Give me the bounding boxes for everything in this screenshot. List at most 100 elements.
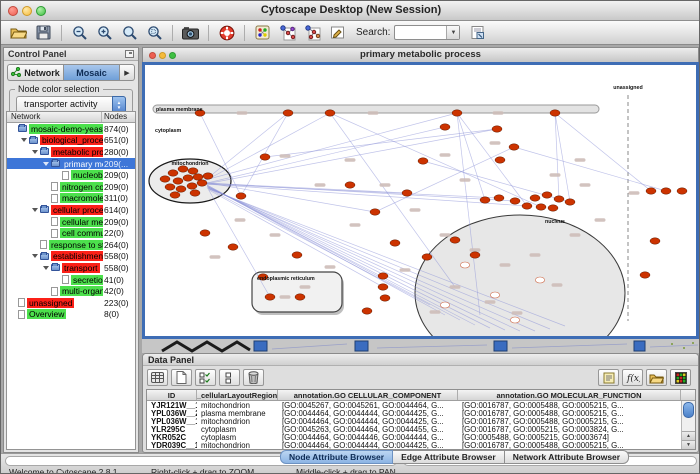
column-header-3[interactable]: annotation.GO MOLECULAR_FUNCTION [458,390,681,400]
tree-row-cellular-process[interactable]: cellular process614(0) [7,204,135,216]
tab-overflow-button[interactable]: ▶ [120,64,135,81]
network-canvas[interactable]: plasma membranecytoplasmmitochondrionnuc… [142,62,699,339]
file-icon [62,275,69,284]
vizmapper-icon[interactable] [250,22,275,43]
network-window-titlebar[interactable]: primary metabolic process [142,47,699,62]
zoom-selected-icon[interactable] [142,22,167,43]
save-icon[interactable] [31,22,56,43]
zoom-fit-icon[interactable] [117,22,142,43]
table-scrollbar[interactable]: ▲ ▼ [681,401,695,449]
folder-icon [18,125,27,132]
new-attribute-icon[interactable] [171,369,192,386]
tab-edge-attribute-browser[interactable]: Edge Attribute Browser [393,450,505,464]
help-icon[interactable] [214,22,239,43]
main-toolbar: Search: ▼ [1,21,700,45]
search-dropdown-button[interactable]: ▼ [446,26,459,39]
graph-node-faint [440,302,449,308]
file-icon [62,171,69,180]
tree-row-response-to-stimulu[interactable]: response to stimulu264(0) [7,239,135,251]
tab-node-attribute-browser[interactable]: Node Attribute Browser [280,450,393,464]
tree-row-nucleobase-[interactable]: nucleobase-209(0) [7,169,135,181]
scroll-down-button[interactable]: ▼ [682,440,695,449]
table-row[interactable]: YDR039C__1mitochondrion[GO:0044464, GO:0… [147,441,695,449]
tree-row-label: primary metabo [62,159,103,169]
expand-arrow-icon[interactable] [43,266,49,270]
tree-row-biological-process[interactable]: biological_process651(0) [7,135,135,147]
expand-arrow-icon[interactable] [32,150,38,154]
label-page-icon[interactable] [598,369,619,386]
tab-mosaic[interactable]: Mosaic [63,64,120,81]
tree-row-label: nucleobase- [71,170,103,180]
tree-row-unassigned[interactable]: unassigned223(0) [7,297,135,309]
data-panel-title: Data Panel [143,354,698,366]
float-panel-icon[interactable] [125,50,134,58]
graph-edge [555,113,651,191]
tree-row-metabolic-process[interactable]: metabolic process280(0) [7,146,135,158]
color-matrix-icon[interactable] [670,369,691,386]
graph-edge [203,113,288,182]
snapshot-icon[interactable] [178,22,203,43]
node-label [325,265,336,269]
open-icon[interactable] [6,22,31,43]
node-label [400,268,411,272]
graph-node [480,197,490,203]
network-window-title: primary metabolic process [143,48,698,62]
unselect-attributes-icon[interactable] [219,369,240,386]
zoom-out-icon[interactable] [67,22,92,43]
select-attributes-icon[interactable] [195,369,216,386]
node-label [530,253,541,257]
layout-edges-icon[interactable] [300,22,325,43]
import-table-icon[interactable] [646,369,667,386]
tree-row-label: biological_process [40,135,103,145]
column-header-2[interactable]: annotation.GO CELLULAR_COMPONENT [278,390,458,400]
node-label [580,183,591,187]
graph-node [203,173,213,179]
network-column-header[interactable]: Network [7,112,102,122]
toolbar-trailing-icons [465,22,490,43]
advanced-search-icon[interactable] [465,22,490,43]
window-title: Cytoscape Desktop (New Session) [1,1,700,20]
tree-row-primary-metabo[interactable]: primary metabo209(... [7,158,135,170]
tree-row-establishment-of-lo[interactable]: establishment of lo558(0) [7,251,135,263]
scroll-up-button[interactable]: ▲ [682,431,695,440]
tree-row-mosaic-demo-yeast[interactable]: mosaic-demo-yeast874(0) [7,123,135,135]
annotate-icon[interactable] [325,22,350,43]
nodes-column-header[interactable]: Nodes [102,112,135,122]
column-header-1[interactable]: _cellularLayoutRegion [197,390,278,400]
svg-text:f(x): f(x) [626,373,640,383]
attribute-grid-icon[interactable] [147,369,168,386]
tree-row-cellular-metabo[interactable]: cellular metabo209(0) [7,216,135,228]
delete-attribute-icon[interactable] [243,369,264,386]
node-label [512,311,523,315]
tree-row-macromolecule[interactable]: macromolecule311(0) [7,193,135,205]
graph-node [260,154,270,160]
graph-node [236,193,246,199]
tree-row-multi-organism-pro[interactable]: multi-organism pro42(0) [7,285,135,297]
tab-network[interactable]: Network [7,64,63,81]
tree-row-node-count: 311(0) [104,193,135,205]
expand-arrow-icon[interactable] [32,208,38,212]
tree-row-nitrogen-compo[interactable]: nitrogen compo209(0) [7,181,135,193]
expand-arrow-icon[interactable] [21,138,27,142]
scrollbar-thumb[interactable] [683,402,694,418]
zoom-in-icon[interactable] [92,22,117,43]
graph-node [188,168,198,174]
network-view-window: primary metabolic process plasma membran… [142,47,699,339]
tree-row-transport[interactable]: transport558(0) [7,262,135,274]
tree-row-secretion[interactable]: secretion41(0) [7,274,135,286]
expand-arrow-icon[interactable] [43,162,49,166]
tree-row-node-count: 651(0) [104,135,135,147]
tree-row-overview[interactable]: Overview8(0) [7,309,135,321]
expand-arrow-icon[interactable] [32,254,38,258]
layout-nodes-icon[interactable] [275,22,300,43]
graph-node [418,158,428,164]
tab-network-attribute-browser[interactable]: Network Attribute Browser [505,450,629,464]
network-graph[interactable]: plasma membranecytoplasmmitochondrionnuc… [145,65,696,336]
tree-row-cell-communicat[interactable]: cell communicat22(0) [7,227,135,239]
column-header-0[interactable]: ID [147,390,197,400]
tree-row-label: cellular metabo [60,217,103,227]
function-builder-icon[interactable]: f(x) [622,369,643,386]
attribute-browser-tabs: Node Attribute BrowserEdge Attribute Bro… [280,450,629,464]
toolbar-separator [172,25,173,41]
search-input[interactable]: ▼ [394,25,460,40]
